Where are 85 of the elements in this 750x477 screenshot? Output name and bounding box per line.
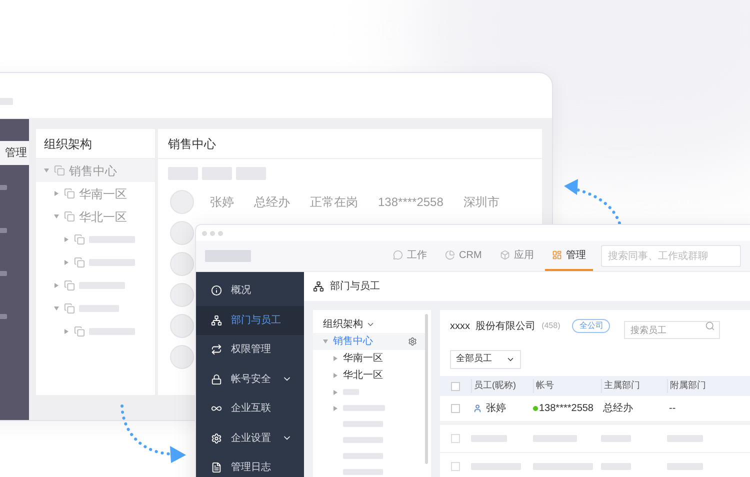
table-cell-text: 正常在岗 bbox=[310, 194, 358, 211]
placeholder-bar bbox=[205, 250, 251, 262]
chevron-down-icon[interactable] bbox=[366, 320, 375, 329]
table-cell-text: 总经办 bbox=[254, 194, 290, 211]
tree-label: 销售中心 bbox=[69, 162, 117, 180]
collapsed-arrow-icon[interactable] bbox=[54, 191, 58, 196]
column-header[interactable]: 附属部门 bbox=[670, 379, 706, 393]
search-icon[interactable] bbox=[705, 321, 716, 331]
placeholder-bar bbox=[0, 314, 7, 319]
folder-icon bbox=[74, 234, 85, 245]
tab-icon bbox=[500, 250, 510, 260]
placeholder-bar bbox=[0, 228, 7, 233]
menu-icon bbox=[211, 285, 222, 296]
tree-label: 销售中心 bbox=[333, 334, 373, 349]
folder-icon bbox=[54, 165, 65, 176]
sidebar-item[interactable]: 帐号安全 bbox=[196, 364, 304, 394]
menu-icon bbox=[211, 432, 222, 444]
table-cell: 总经办 bbox=[603, 403, 633, 414]
checkbox[interactable] bbox=[451, 434, 460, 443]
sidebar-item[interactable]: 企业设置 bbox=[196, 424, 304, 453]
checkbox[interactable] bbox=[451, 404, 460, 413]
collapsed-arrow-icon[interactable] bbox=[332, 356, 338, 361]
column-header[interactable]: 主属部门 bbox=[604, 379, 640, 393]
folder-icon bbox=[74, 257, 85, 268]
collapsed-arrow-icon[interactable] bbox=[332, 406, 338, 410]
tree-label: 华南一区 bbox=[79, 186, 127, 202]
user-icon bbox=[473, 404, 482, 413]
menu-icon bbox=[211, 374, 222, 385]
collapsed-arrow-icon[interactable] bbox=[54, 283, 58, 288]
collapsed-arrow-icon[interactable] bbox=[332, 373, 338, 378]
avatar-icon bbox=[170, 190, 194, 214]
placeholder-bar bbox=[0, 185, 7, 190]
expanded-arrow-icon[interactable] bbox=[54, 214, 58, 219]
table-cell-text: 张婷 bbox=[486, 402, 506, 416]
tree-label: 华北一区 bbox=[79, 208, 127, 226]
menu-icon bbox=[211, 344, 222, 356]
sidebar-item[interactable]: 管理日志 bbox=[196, 453, 304, 477]
tree-label: 华北一区 bbox=[343, 368, 383, 383]
settings-icon[interactable] bbox=[408, 337, 417, 346]
panel-title: 组织架构 bbox=[323, 318, 363, 332]
checkbox[interactable] bbox=[451, 462, 460, 471]
tab-icon bbox=[552, 250, 562, 260]
table-cell: -- bbox=[669, 403, 676, 414]
sidebar-item[interactable]: 概况 bbox=[196, 276, 304, 306]
placeholder-bar bbox=[0, 271, 7, 276]
panel-title: 销售中心 bbox=[158, 129, 542, 159]
tree-label: 华南一区 bbox=[343, 352, 383, 366]
tab-icon bbox=[393, 250, 403, 260]
dotted-arrow bbox=[120, 404, 186, 463]
expanded-arrow-icon[interactable] bbox=[322, 339, 328, 344]
employee-count: (458) bbox=[542, 320, 560, 332]
folder-icon bbox=[64, 280, 75, 291]
folder-icon bbox=[64, 303, 75, 314]
table-cell-text: 张婷 bbox=[210, 194, 234, 211]
column-header[interactable]: 帐号 bbox=[536, 379, 554, 393]
menu-icon bbox=[211, 462, 222, 474]
employee-search-field[interactable]: 搜索员工 bbox=[624, 321, 720, 339]
folder-icon bbox=[64, 188, 75, 199]
expanded-arrow-icon[interactable] bbox=[54, 306, 58, 311]
collapsed-arrow-icon[interactable] bbox=[64, 260, 68, 265]
filter-dropdown[interactable]: 全部员工 bbox=[450, 350, 521, 368]
collapsed-arrow-icon[interactable] bbox=[64, 329, 68, 334]
table-cell-text: 138****2558 bbox=[378, 194, 444, 211]
folder-icon bbox=[74, 326, 85, 337]
tab-icon bbox=[445, 250, 455, 260]
tree-item[interactable]: 华北一区 bbox=[313, 367, 425, 384]
company-name: xxxx 股份有限公司 bbox=[450, 320, 536, 334]
sidebar-item[interactable]: 企业互联 bbox=[196, 394, 304, 424]
sidebar-item[interactable]: 权限管理 bbox=[196, 335, 304, 364]
folder-icon bbox=[64, 211, 75, 222]
tree-item[interactable]: 华南一区 bbox=[313, 350, 425, 367]
search-field[interactable]: 搜索同事、工作或群聊 bbox=[600, 245, 741, 267]
org-chart-icon bbox=[313, 281, 324, 292]
collapsed-arrow-icon[interactable] bbox=[332, 390, 338, 394]
menu-icon bbox=[211, 314, 222, 326]
expanded-arrow-icon[interactable] bbox=[44, 168, 48, 173]
table-cell-text: 深圳市 bbox=[463, 194, 500, 211]
sidebar-item[interactable]: 部门与员工 bbox=[196, 306, 304, 335]
scope-badge: 全公司 bbox=[572, 319, 610, 333]
page-title: 部门与员工 bbox=[330, 280, 380, 294]
column-header[interactable]: 员工(昵称) bbox=[474, 379, 516, 393]
sidebar-item[interactable]: 管理 bbox=[0, 141, 29, 165]
collapsed-arrow-icon[interactable] bbox=[64, 237, 68, 242]
checkbox[interactable] bbox=[451, 382, 460, 390]
table-cell-text: 138****2558 bbox=[539, 402, 594, 416]
